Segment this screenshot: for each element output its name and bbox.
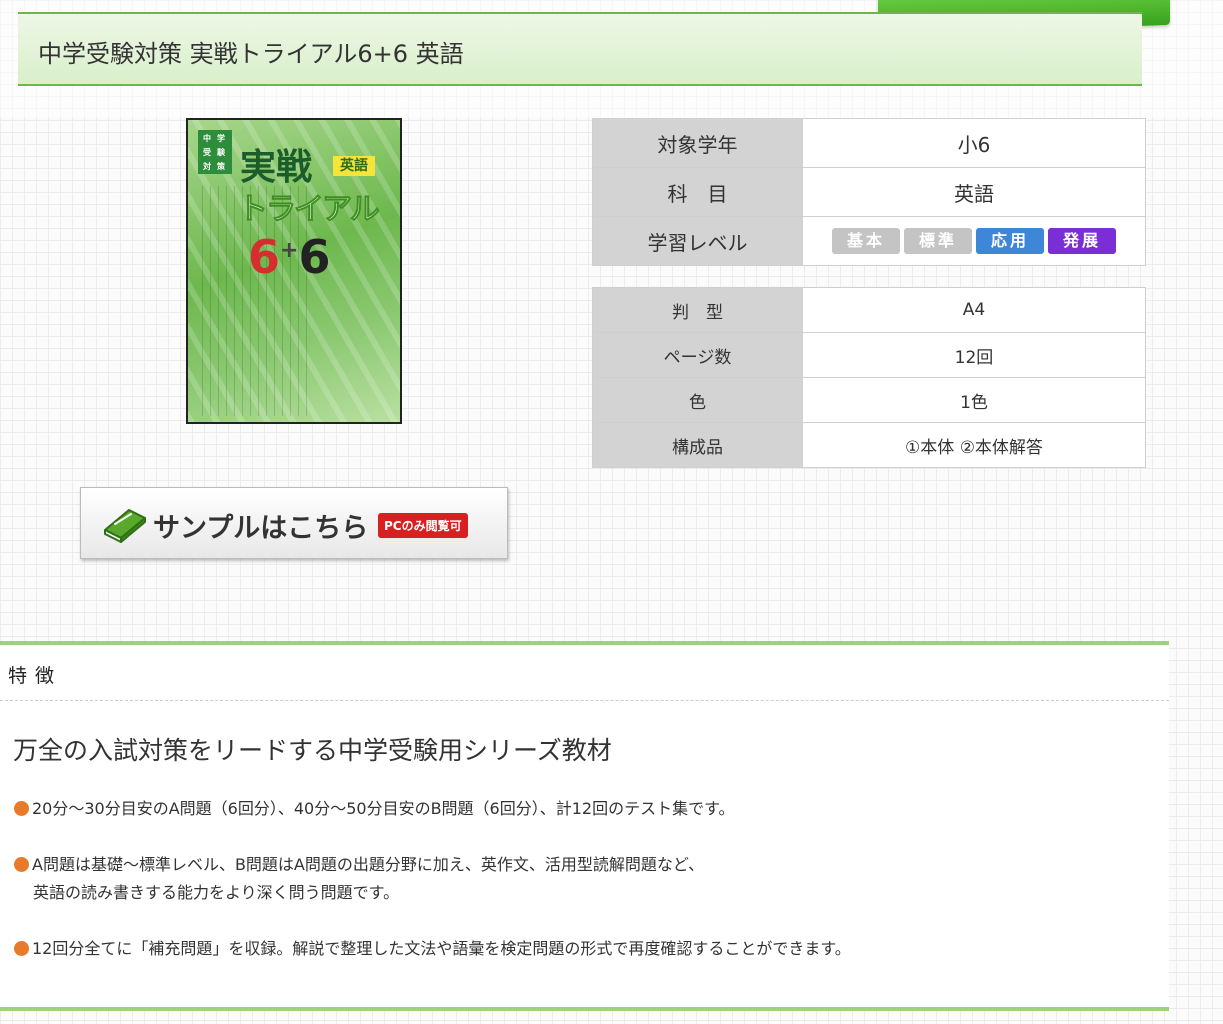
bullet-dot-icon <box>14 941 29 956</box>
bullet-dot-icon <box>14 857 29 872</box>
spec-value: A4 <box>802 287 1146 333</box>
cover-plus: + <box>280 238 299 263</box>
spec-label: 学習レベル <box>592 216 803 266</box>
spec-table-primary: 対象学年 小6 科 目 英語 学習レベル 基本 標準 応用 発展 <box>592 118 1146 266</box>
spec-label: 判 型 <box>592 287 803 333</box>
cover-number: 6+6 <box>248 230 330 284</box>
cover-box-char: 対 <box>203 162 211 171</box>
cover-box-char: 中 <box>203 134 211 143</box>
features-body: 万全の入試対策をリードする中学受験用シリーズ教材 20分〜30分目安のA問題（6… <box>0 701 1169 1007</box>
spec-value: 12回 <box>802 332 1146 378</box>
feature-bullet: A問題は基礎〜標準レベル、B問題はA問題の出題分野に加え、英作文、活用型読解問題… <box>14 851 704 907</box>
spec-row-level: 学習レベル 基本 標準 応用 発展 <box>592 216 1146 266</box>
spec-row-components: 構成品 ①本体 ②本体解答 <box>592 422 1146 468</box>
cover-num-2: 6 <box>298 230 331 284</box>
feature-line: A問題は基礎〜標準レベル、B問題はA問題の出題分野に加え、英作文、活用型読解問題… <box>32 855 705 874</box>
feature-line: 20分〜30分目安のA問題（6回分）、40分〜50分目安のB問題（6回分）、計1… <box>32 799 735 818</box>
pc-only-badge: PCのみ閲覧可 <box>378 513 468 538</box>
bullet-dot-icon <box>14 801 29 816</box>
spec-label: 色 <box>592 377 803 423</box>
level-badge-standard: 標準 <box>904 228 972 255</box>
features-title: 特徴 <box>8 665 63 687</box>
cover-box-char: 学 <box>217 134 225 143</box>
level-badges: 基本 標準 応用 発展 <box>802 216 1146 266</box>
spec-label: 対象学年 <box>592 118 803 168</box>
spec-value: 英語 <box>802 167 1146 217</box>
spec-row-subject: 科 目 英語 <box>592 167 1146 217</box>
spec-row-size: 判 型 A4 <box>592 287 1146 333</box>
sample-button-label: サンプルはこちら <box>153 513 369 544</box>
title-band: 中学受験対策 実戦トライアル6+6 英語 <box>18 12 1142 86</box>
feature-bullet: 12回分全てに「補充問題」を収録。解説で整理した文法や語彙を検定問題の形式で再度… <box>14 935 851 963</box>
features-headline: 万全の入試対策をリードする中学受験用シリーズ教材 <box>13 736 612 765</box>
cover-title-line1: 実戦 <box>240 147 313 188</box>
spec-row-grade: 対象学年 小6 <box>592 118 1146 168</box>
spec-value: 小6 <box>802 118 1146 168</box>
spec-row-color: 色 1色 <box>592 377 1146 423</box>
level-badge-applied: 応用 <box>976 228 1044 255</box>
level-badge-basic: 基本 <box>832 228 900 255</box>
features-header: 特徴 <box>0 645 1169 701</box>
cover-subject-badge: 英語 <box>333 156 375 176</box>
book-icon <box>104 509 146 543</box>
feature-line: 12回分全てに「補充問題」を収録。解説で整理した文法や語彙を検定問題の形式で再度… <box>32 939 851 958</box>
spec-value: ①本体 ②本体解答 <box>802 422 1146 468</box>
spec-table-secondary: 判 型 A4 ページ数 12回 色 1色 構成品 ①本体 ②本体解答 <box>592 287 1146 468</box>
level-badge-advanced: 発展 <box>1048 228 1116 255</box>
cover-series-box: 中 学 受 験 対 策 <box>198 130 232 174</box>
spec-label: 構成品 <box>592 422 803 468</box>
spec-label: ページ数 <box>592 332 803 378</box>
feature-bullet: 20分〜30分目安のA問題（6回分）、40分〜50分目安のB問題（6回分）、計1… <box>14 795 734 823</box>
book-cover-image: 中 学 受 験 対 策 実戦 英語 トライアル 6+6 <box>186 118 402 424</box>
features-bottom-border <box>0 1007 1169 1011</box>
spec-label: 科 目 <box>592 167 803 217</box>
page-title: 中学受験対策 実戦トライアル6+6 英語 <box>38 40 464 68</box>
feature-line: 英語の読み書きする能力をより深く問う問題です。 <box>33 883 400 902</box>
cover-title-line2: トライアル <box>238 192 381 228</box>
cover-box-char: 験 <box>217 148 225 157</box>
spec-value: 1色 <box>802 377 1146 423</box>
sample-button[interactable]: サンプルはこちら PCのみ閲覧可 <box>80 487 508 559</box>
spec-row-pages: ページ数 12回 <box>592 332 1146 378</box>
cover-box-char: 受 <box>203 148 211 157</box>
cover-num-1: 6 <box>248 230 281 284</box>
cover-box-char: 策 <box>217 162 225 171</box>
